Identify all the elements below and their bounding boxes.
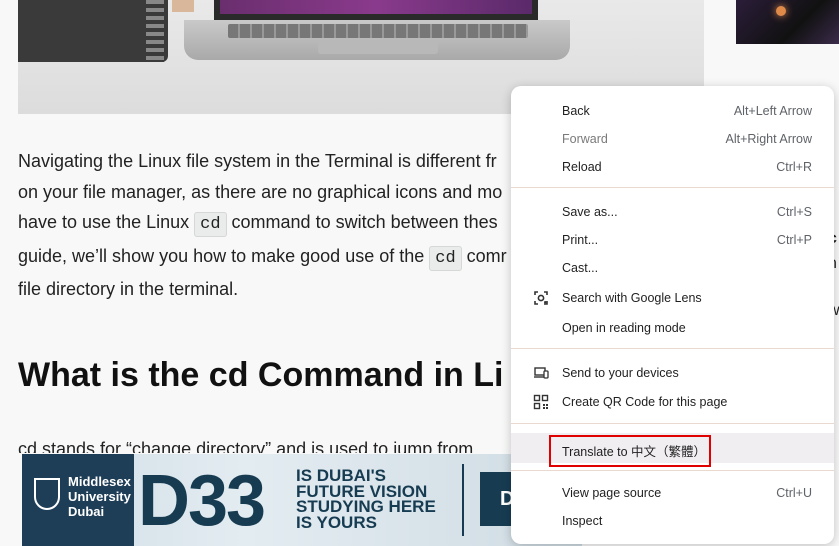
- menu-item-save-as[interactable]: Save as... Ctrl+S: [511, 198, 834, 226]
- menu-item-forward[interactable]: Forward Alt+Right Arrow: [511, 125, 834, 153]
- context-menu: Back Alt+Left Arrow Forward Alt+Right Ar…: [511, 86, 834, 544]
- menu-item-print[interactable]: Print... Ctrl+P: [511, 226, 834, 254]
- google-lens-icon: [533, 290, 549, 306]
- inline-code: cd: [429, 245, 462, 271]
- menu-item-reload[interactable]: Reload Ctrl+R: [511, 153, 834, 181]
- inline-code: cd: [194, 212, 227, 237]
- menu-item-cast[interactable]: Cast...: [511, 254, 834, 282]
- menu-item-google-lens[interactable]: Search with Google Lens: [511, 284, 834, 312]
- menu-separator: [511, 470, 834, 471]
- menu-item-send-to-devices[interactable]: Send to your devices: [511, 359, 834, 387]
- ad-banner[interactable]: Middlesex University Dubai D33 IS DUBAI'…: [22, 454, 582, 546]
- menu-separator: [511, 423, 834, 424]
- ad-headline: D33: [138, 461, 266, 541]
- menu-item-back[interactable]: Back Alt+Left Arrow: [511, 97, 834, 125]
- menu-item-translate[interactable]: Translate to 中文（繁體）: [511, 433, 834, 467]
- laptop-screen-graphic: [214, 0, 538, 20]
- menu-separator: [511, 187, 834, 188]
- qr-code-icon: [533, 394, 549, 410]
- menu-item-view-source[interactable]: View page source Ctrl+U: [511, 479, 834, 507]
- partial-text-line: cd stands for “change directory” and is …: [18, 439, 474, 453]
- trackpad-graphic: [318, 40, 438, 54]
- menu-item-inspect[interactable]: Inspect: [511, 507, 834, 535]
- cup-graphic: [172, 0, 194, 12]
- menu-separator: [511, 348, 834, 349]
- section-heading: What is the cd Command in Li: [18, 356, 504, 394]
- menu-item-qr-code[interactable]: Create QR Code for this page: [511, 388, 834, 416]
- ad-tagline: IS DUBAI'S FUTURE VISION STUDYING HERE I…: [296, 466, 436, 532]
- menu-item-reading-mode[interactable]: Open in reading mode: [511, 314, 834, 342]
- sidebar-thumbnail[interactable]: [736, 0, 839, 44]
- keyboard-graphic: [228, 24, 528, 38]
- notebook-graphic: [18, 0, 168, 62]
- university-logo: Middlesex University Dubai: [22, 454, 134, 546]
- ad-divider: [462, 464, 464, 536]
- crest-icon: [34, 478, 60, 510]
- send-to-devices-icon: [533, 365, 549, 381]
